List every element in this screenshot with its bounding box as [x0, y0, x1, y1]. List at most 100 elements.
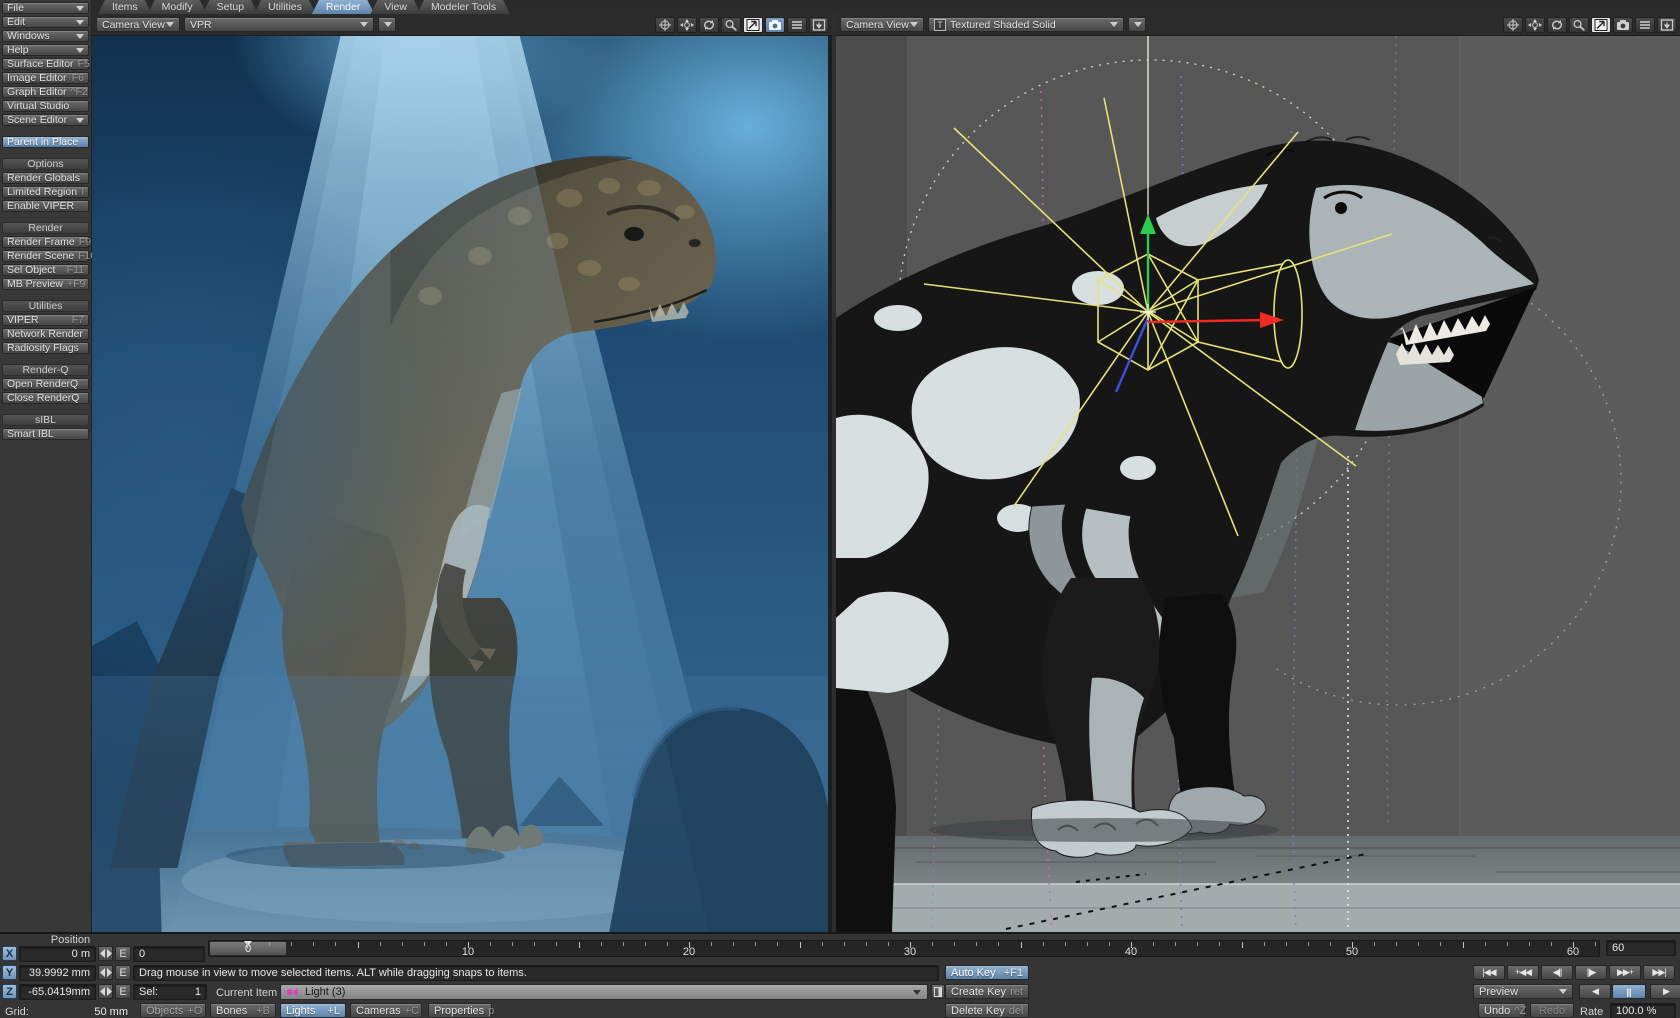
graph-editor-button[interactable]: Graph Editor^F2	[2, 86, 89, 98]
z-position-field[interactable]: -65.0419mm	[19, 984, 96, 1000]
menu-help[interactable]: Help	[2, 44, 89, 56]
redo-button[interactable]: Redo	[1530, 1003, 1574, 1018]
rate-label: Rate	[1580, 1006, 1603, 1018]
x-position-field[interactable]: 0 m	[19, 946, 96, 962]
left-render-mode-dropdown[interactable]: VPR	[184, 17, 374, 32]
right-view-mode-dropdown[interactable]: Camera View	[840, 17, 924, 32]
preview-dropdown[interactable]: Preview	[1473, 984, 1573, 999]
maximize-viewport-icon[interactable]	[1591, 17, 1611, 33]
ruler-frame-number: 20	[674, 946, 704, 957]
left-sidebar: File Edit Windows Help Surface EditorF5 …	[0, 0, 92, 932]
y-axis-button[interactable]: Y	[2, 965, 17, 980]
open-renderq-button[interactable]: Open RenderQ	[2, 378, 89, 390]
go-to-start-button[interactable]: |◀◀	[1473, 965, 1505, 980]
camera-icon[interactable]	[1613, 17, 1633, 33]
render-scene-button[interactable]: Render SceneF10	[2, 250, 89, 262]
x-axis-button[interactable]: X	[2, 946, 17, 961]
radiosity-flags-button[interactable]: Radiosity Flags	[2, 342, 89, 354]
tab-modeler-tools[interactable]: Modeler Tools	[417, 0, 510, 14]
tab-setup[interactable]: Setup	[203, 0, 258, 14]
virtual-studio-button[interactable]: Virtual Studio	[2, 100, 89, 112]
ruler-tick	[755, 942, 756, 946]
z-spinner[interactable]	[98, 984, 113, 999]
maximize-viewport-icon[interactable]	[743, 17, 763, 33]
create-key-button[interactable]: Create Keyret	[945, 984, 1029, 999]
undo-button[interactable]: Undo^Z	[1478, 1003, 1526, 1018]
left-viewport-options-dropdown[interactable]	[378, 17, 396, 32]
play-forward-button[interactable]: ▶	[1650, 984, 1680, 999]
z-axis-button[interactable]: Z	[2, 984, 17, 999]
tab-view[interactable]: View	[370, 0, 421, 14]
viewport-layout-icon[interactable]	[809, 17, 829, 33]
edit-lights-button[interactable]: Lights+L	[280, 1003, 346, 1018]
z-envelope-button[interactable]: E	[115, 984, 131, 999]
surface-editor-button[interactable]: Surface EditorF5	[2, 58, 89, 70]
current-item-dropdown[interactable]: Light (3)	[280, 984, 928, 1000]
left-viewport-vpr-scene[interactable]	[92, 36, 832, 932]
left-view-mode-dropdown[interactable]: Camera View	[96, 17, 180, 32]
menu-file[interactable]: File	[2, 2, 89, 14]
auto-key-button[interactable]: Auto Key+F1	[945, 965, 1029, 980]
enable-viper-button[interactable]: Enable VIPER	[2, 200, 89, 212]
smart-ibl-button[interactable]: Smart IBL	[2, 428, 89, 440]
tab-utilities[interactable]: Utilities	[254, 0, 316, 14]
right-render-mode-dropdown[interactable]: TTextured Shaded Solid	[928, 17, 1124, 32]
pan-icon[interactable]	[655, 17, 675, 33]
rotate-view-icon[interactable]	[1547, 17, 1567, 33]
tab-render[interactable]: Render	[312, 0, 374, 14]
viper-button[interactable]: VIPERF7	[2, 314, 89, 326]
parent-in-place-button[interactable]: Parent in Place	[2, 136, 89, 148]
pause-button[interactable]: ||	[1612, 984, 1646, 999]
render-frame-button[interactable]: Render FrameF9	[2, 236, 89, 248]
scene-editor-button[interactable]: Scene Editor	[2, 114, 89, 126]
y-position-field[interactable]: 39.9992 mm	[19, 965, 96, 981]
play-reverse-button[interactable]: ◀	[1579, 984, 1611, 999]
ruler-tick	[358, 942, 359, 948]
go-to-end-button[interactable]: ▶▶|	[1643, 965, 1675, 980]
step-back-button[interactable]: ◀||	[1541, 965, 1573, 980]
mb-preview-button[interactable]: MB Preview+F9	[2, 278, 89, 290]
right-viewport-options-dropdown[interactable]	[1128, 17, 1146, 32]
limited-region-button[interactable]: Limited Regionl	[2, 186, 89, 198]
next-keyframe-button[interactable]: ▶▶+	[1609, 965, 1641, 980]
y-envelope-button[interactable]: E	[115, 965, 131, 980]
rotate-view-icon[interactable]	[699, 17, 719, 33]
orbit-icon[interactable]	[1525, 17, 1545, 33]
x-spinner[interactable]	[98, 946, 113, 961]
network-render-button[interactable]: Network Render	[2, 328, 89, 340]
sel-object-button[interactable]: Sel ObjectF11	[2, 264, 89, 276]
ruler-tick	[1374, 942, 1375, 946]
close-renderq-button[interactable]: Close RenderQ	[2, 392, 89, 404]
tab-modify[interactable]: Modify	[148, 0, 207, 14]
current-frame-input[interactable]: 0	[133, 946, 205, 962]
viewport-menu-icon[interactable]	[1635, 17, 1655, 33]
end-frame-field[interactable]: 60	[1606, 940, 1676, 956]
pan-icon[interactable]	[1503, 17, 1523, 33]
timeline-ruler[interactable]: 0 102030405060	[208, 940, 1600, 957]
edit-bones-button[interactable]: Bones+B	[210, 1003, 276, 1018]
y-spinner[interactable]	[98, 965, 113, 980]
chevron-down-icon	[910, 22, 918, 31]
x-envelope-button[interactable]: E	[115, 946, 131, 961]
delete-key-button[interactable]: Delete Keydel	[945, 1003, 1029, 1018]
prev-keyframe-button[interactable]: +◀◀	[1507, 965, 1539, 980]
render-globals-button[interactable]: Render Globals	[2, 172, 89, 184]
zoom-icon[interactable]	[1569, 17, 1589, 33]
item-panel-toggle-button[interactable]	[931, 984, 945, 999]
menu-edit[interactable]: Edit	[2, 16, 89, 28]
edit-cameras-button[interactable]: Cameras+C	[350, 1003, 422, 1018]
image-editor-button[interactable]: Image EditorF6	[2, 72, 89, 84]
menu-windows[interactable]: Windows	[2, 30, 89, 42]
rate-field[interactable]: 100.0 %	[1610, 1003, 1676, 1018]
step-forward-button[interactable]: ||▶	[1575, 965, 1607, 980]
viewport-layout-icon[interactable]	[1657, 17, 1677, 33]
right-viewport-shaded-scene[interactable]	[836, 36, 1680, 932]
orbit-icon[interactable]	[677, 17, 697, 33]
properties-button[interactable]: Propertiesp	[428, 1003, 492, 1018]
edit-objects-button[interactable]: Objects+O	[140, 1003, 206, 1018]
zoom-icon[interactable]	[721, 17, 741, 33]
tab-items[interactable]: Items	[98, 0, 152, 14]
camera-icon[interactable]	[765, 17, 785, 33]
viewport-menu-icon[interactable]	[787, 17, 807, 33]
frame-slider-handle[interactable]: 0	[209, 941, 287, 956]
